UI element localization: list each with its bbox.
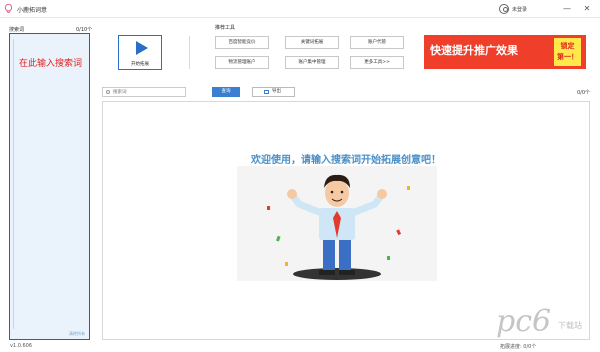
- banner-badge: 锁定 第一！: [554, 38, 581, 66]
- divider: [189, 36, 190, 69]
- keyword-count: 0/10个: [76, 27, 93, 33]
- keyword-input-hint: 在此输入搜索词: [19, 59, 83, 69]
- minimize-button[interactable]: —: [560, 2, 574, 15]
- keyword-list-header: 搜索词: [9, 27, 25, 33]
- welcome-message: 欢迎使用，请输入搜索词开始拓展创意吧！: [251, 155, 441, 166]
- tools-title: 推荐工具: [215, 25, 236, 31]
- banner-headline: 快速提升推广效果: [430, 44, 518, 57]
- keyword-input-area[interactable]: 在此输入搜索词 清除所有: [9, 33, 90, 340]
- tool-button-logistics-account[interactable]: 物流管理账户: [215, 56, 269, 69]
- start-expand-label: 开始拓展: [131, 62, 149, 67]
- tool-button-baidu-bid[interactable]: 百度智能竞价: [215, 36, 269, 49]
- title-bar: 小鹿拓词意 未登录 — ✕: [0, 0, 600, 18]
- export-icon: [264, 90, 269, 94]
- pc6-watermark: pc6 下载站: [486, 300, 596, 346]
- version-label: v1.0.606: [10, 343, 33, 349]
- tool-button-account-hosting[interactable]: 账户代管: [350, 36, 404, 49]
- app-logo-icon: [4, 4, 13, 13]
- play-icon: [136, 41, 148, 55]
- watermark-subtext: 下载站: [558, 321, 582, 330]
- login-status[interactable]: 未登录: [512, 6, 527, 13]
- clear-all-link[interactable]: 清除所有: [69, 331, 85, 337]
- close-button[interactable]: ✕: [580, 2, 594, 15]
- promo-banner[interactable]: 快速提升推广效果 锁定 第一！: [424, 35, 586, 69]
- search-input[interactable]: [113, 89, 183, 96]
- welcome-character-illustration: [237, 166, 437, 281]
- banner-badge-line2: 第一！: [557, 53, 578, 61]
- tool-button-more-tools[interactable]: 更多工具>>: [350, 56, 404, 69]
- banner-badge-line1: 锁定: [560, 42, 575, 50]
- watermark-logo: pc6: [496, 304, 552, 339]
- start-expand-button[interactable]: 开始拓展: [118, 35, 162, 70]
- search-icon: [106, 90, 110, 94]
- result-count: 0/0个: [577, 90, 591, 96]
- export-label: 导出: [272, 89, 281, 94]
- query-button[interactable]: 查询: [212, 87, 240, 97]
- list-scrollbar[interactable]: [13, 39, 14, 329]
- user-icon[interactable]: [499, 4, 509, 14]
- export-button[interactable]: 导出: [252, 87, 295, 97]
- search-input-box[interactable]: [102, 87, 186, 97]
- tool-button-account-central[interactable]: 账户集中管理: [285, 56, 339, 69]
- tool-button-keyword-expand[interactable]: 关键词拓展: [285, 36, 339, 49]
- app-title: 小鹿拓词意: [17, 7, 48, 14]
